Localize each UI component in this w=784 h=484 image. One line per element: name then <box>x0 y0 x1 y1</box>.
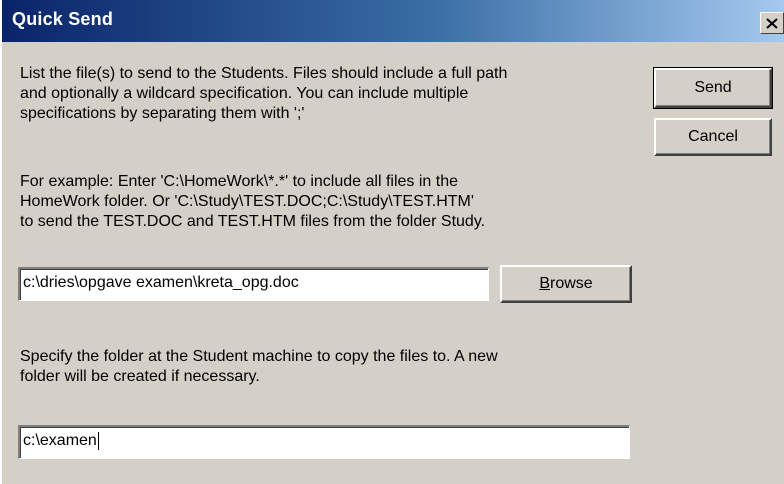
example-line-2: HomeWork folder. Or 'C:\Study\TEST.DOC;C… <box>20 193 474 210</box>
file-path-input[interactable]: c:\dries\opgave examen\kreta_opg.doc <box>18 267 489 301</box>
browse-label-rest: rowse <box>549 275 593 292</box>
folder-instructions: Specify the folder at the Student machin… <box>20 347 600 387</box>
destination-folder-value: c:\examen <box>23 432 97 449</box>
example-line-1: For example: Enter 'C:\HomeWork\*.*' to … <box>20 173 458 190</box>
close-icon <box>766 17 778 29</box>
quick-send-dialog: Quick Send List the file(s) to send to t… <box>0 0 784 484</box>
file-instructions-line-2: and optionally a wildcard specification.… <box>20 85 469 102</box>
close-button[interactable] <box>760 12 784 34</box>
title-bar[interactable]: Quick Send <box>2 0 784 42</box>
cancel-button[interactable]: Cancel <box>654 118 772 156</box>
file-path-value: c:\dries\opgave examen\kreta_opg.doc <box>23 274 299 291</box>
send-button[interactable]: Send <box>653 67 773 109</box>
example-line-3: to send the TEST.DOC and TEST.HTM files … <box>20 213 486 230</box>
browse-accelerator: B <box>539 275 550 292</box>
dialog-title: Quick Send <box>12 9 114 29</box>
folder-instructions-line-2: folder will be created if necessary. <box>20 368 260 385</box>
folder-instructions-line-1: Specify the folder at the Student machin… <box>20 348 498 365</box>
text-caret <box>97 431 99 450</box>
file-instructions: List the file(s) to send to the Students… <box>20 64 600 124</box>
file-instructions-line-1: List the file(s) to send to the Students… <box>20 65 508 82</box>
example-text: For example: Enter 'C:\HomeWork\*.*' to … <box>20 172 600 232</box>
browse-button[interactable]: Browse <box>500 265 632 303</box>
destination-folder-input[interactable]: c:\examen <box>18 425 630 459</box>
file-instructions-line-3: specifications by separating them with '… <box>20 105 305 122</box>
